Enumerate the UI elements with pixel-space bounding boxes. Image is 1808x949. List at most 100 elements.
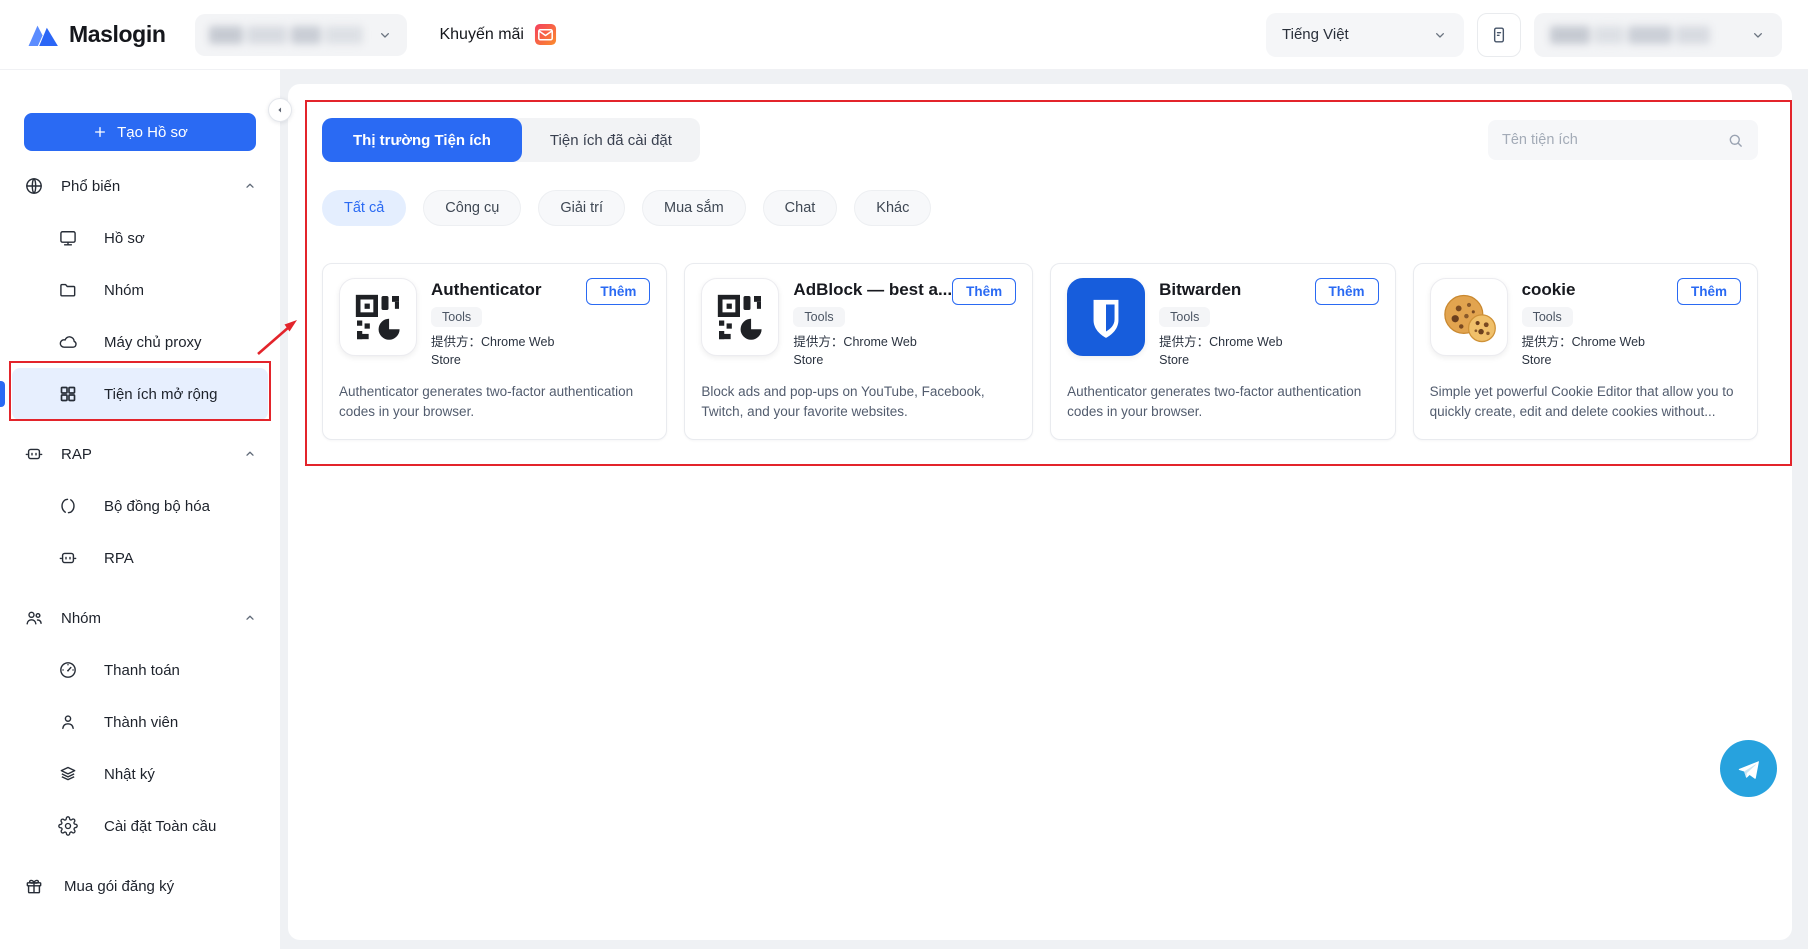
extension-category-tag: Tools (1159, 307, 1211, 327)
extension-card-adblock: AdBlock — best a... Tools 提供方：Chrome Web… (684, 263, 1034, 440)
chevron-up-icon (242, 178, 258, 194)
person-icon (58, 712, 78, 732)
add-extension-button[interactable]: Thêm (952, 278, 1017, 305)
sidebar-item-rpa[interactable]: RPA (12, 532, 268, 584)
cookie-icon (1429, 278, 1508, 356)
extension-description: Authenticator generates two-factor authe… (339, 384, 634, 420)
language-selector[interactable]: Tiếng Việt (1266, 12, 1464, 57)
extension-name: Authenticator (431, 280, 542, 299)
sidebar-item-billing[interactable]: Thanh toán (12, 644, 268, 696)
layers-icon (58, 764, 78, 784)
gear-icon (58, 816, 78, 836)
filter-tools[interactable]: Công cụ (423, 190, 522, 226)
sidebar: Tạo Hồ sơ Phổ biến Hồ sơ Nhóm Máy chủ pr… (0, 70, 280, 949)
sidebar-item-members[interactable]: Thành viên (12, 696, 268, 748)
extension-tabs: Thị trường Tiện ích Tiện ích đã cài đặt (322, 118, 700, 162)
sidebar-item-logs[interactable]: Nhật ký (12, 748, 268, 800)
filter-all[interactable]: Tất cả (322, 190, 407, 226)
tab-installed-extensions[interactable]: Tiện ích đã cài đặt (522, 118, 700, 162)
account-selector[interactable] (1534, 12, 1782, 57)
sidebar-collapse-button[interactable] (268, 98, 292, 122)
extension-card-list: Authenticator Tools 提供方：Chrome Web Store… (322, 263, 1758, 440)
sidebar-item-synchronizer[interactable]: Bộ đồng bộ hóa (12, 480, 268, 532)
folder-icon (58, 280, 78, 300)
extension-category-tag: Tools (1521, 307, 1573, 327)
sidebar-item-label: Cài đặt Toàn cầu (104, 817, 217, 835)
extension-card-cookie: cookie Tools 提供方：Chrome Web Store Thêm S… (1412, 263, 1758, 440)
sidebar-section-team[interactable]: Nhóm (12, 592, 268, 644)
sidebar-item-extensions[interactable]: Tiện ích mở rộng (0, 368, 268, 420)
add-extension-button[interactable]: Thêm (1676, 278, 1741, 305)
sidebar-item-label: Mua gói đăng ký (64, 877, 175, 895)
sidebar-item-label: Máy chủ proxy (104, 333, 202, 351)
filter-chat[interactable]: Chat (762, 190, 838, 226)
extension-name: Bitwarden (1159, 280, 1242, 299)
telegram-plane-icon (1738, 760, 1759, 779)
cloud-icon (58, 332, 78, 352)
extension-search (1488, 120, 1758, 160)
add-extension-button[interactable]: Thêm (586, 278, 651, 305)
extension-category-tag: Tools (793, 307, 845, 327)
extension-provider: 提供方：Chrome Web Store (431, 335, 555, 367)
workspace-name-blurred (209, 25, 377, 44)
sidebar-item-label: Nhóm (61, 609, 102, 627)
extension-name: AdBlock — best a... (793, 280, 953, 299)
chevron-left-icon (278, 107, 282, 113)
gauge-icon (58, 660, 78, 680)
docs-button[interactable] (1477, 12, 1521, 57)
language-value: Tiếng Việt (1282, 26, 1349, 43)
telegram-button[interactable] (1720, 740, 1777, 797)
qr-extension-icon (339, 278, 417, 356)
sidebar-section-popular[interactable]: Phổ biến (12, 160, 268, 212)
sidebar-nav: Phổ biến Hồ sơ Nhóm Máy chủ proxy Tiện í… (0, 160, 280, 912)
extension-description: Block ads and pop-ups on YouTube, Facebo… (701, 384, 985, 420)
filter-other[interactable]: Khác (854, 190, 932, 226)
workspace-selector[interactable] (195, 13, 408, 56)
chevron-up-icon (242, 610, 258, 626)
brand-name: Maslogin (69, 21, 166, 47)
sidebar-item-proxy[interactable]: Máy chủ proxy (12, 316, 268, 368)
sidebar-item-groups-folder[interactable]: Nhóm (12, 264, 268, 316)
sidebar-item-profiles[interactable]: Hồ sơ (12, 212, 268, 264)
sidebar-item-label: Phổ biến (61, 177, 121, 195)
account-name-blurred (1550, 25, 1740, 44)
create-profile-label: Tạo Hồ sơ (117, 123, 188, 141)
robot-icon (24, 444, 44, 464)
bitwarden-shield-icon (1067, 278, 1146, 356)
filter-shopping[interactable]: Mua sắm (642, 190, 746, 226)
create-profile-button[interactable]: Tạo Hồ sơ (24, 113, 256, 151)
plus-icon (95, 127, 106, 137)
grid-icon (58, 384, 78, 404)
sync-icon (58, 496, 78, 516)
extension-card-bitwarden: Bitwarden Tools 提供方：Chrome Web Store Thê… (1050, 263, 1396, 440)
sidebar-item-buy-subscription[interactable]: Mua gói đăng ký (12, 860, 268, 912)
monitor-icon (58, 228, 78, 248)
sidebar-section-rap[interactable]: RAP (12, 428, 268, 480)
extension-name: cookie (1521, 280, 1576, 299)
promo-link[interactable]: Khuyến mãi (439, 23, 557, 46)
filter-entertainment[interactable]: Giải trí (538, 190, 626, 226)
maslogin-logo-icon (28, 25, 58, 46)
add-extension-button[interactable]: Thêm (1314, 278, 1379, 305)
sidebar-item-global-settings[interactable]: Cài đặt Toàn cầu (12, 800, 268, 852)
search-icon[interactable] (1727, 132, 1744, 149)
extension-provider: 提供方：Chrome Web Store (1521, 335, 1645, 367)
extension-description: Simple yet powerful Cookie Editor that a… (1429, 384, 1734, 420)
sidebar-item-label: RPA (104, 549, 134, 567)
sidebar-item-label: Thành viên (104, 713, 179, 731)
app-logo: Maslogin (26, 21, 166, 49)
promo-envelope-icon (534, 23, 557, 46)
sidebar-item-label: RAP (61, 445, 92, 463)
extension-description: Authenticator generates two-factor authe… (1067, 384, 1362, 420)
tab-extension-market[interactable]: Thị trường Tiện ích (322, 118, 522, 162)
sidebar-item-label: Nhóm (104, 281, 145, 299)
team-icon (24, 608, 44, 628)
chevron-up-icon (242, 446, 258, 462)
robot-icon (58, 548, 78, 568)
extension-provider: 提供方：Chrome Web Store (1159, 335, 1283, 367)
search-input[interactable] (1502, 132, 1727, 148)
sidebar-item-label: Hồ sơ (104, 229, 145, 247)
sidebar-item-label: Thanh toán (104, 661, 180, 679)
sidebar-item-label: Tiện ích mở rộng (104, 385, 218, 403)
gift-icon (24, 876, 44, 896)
